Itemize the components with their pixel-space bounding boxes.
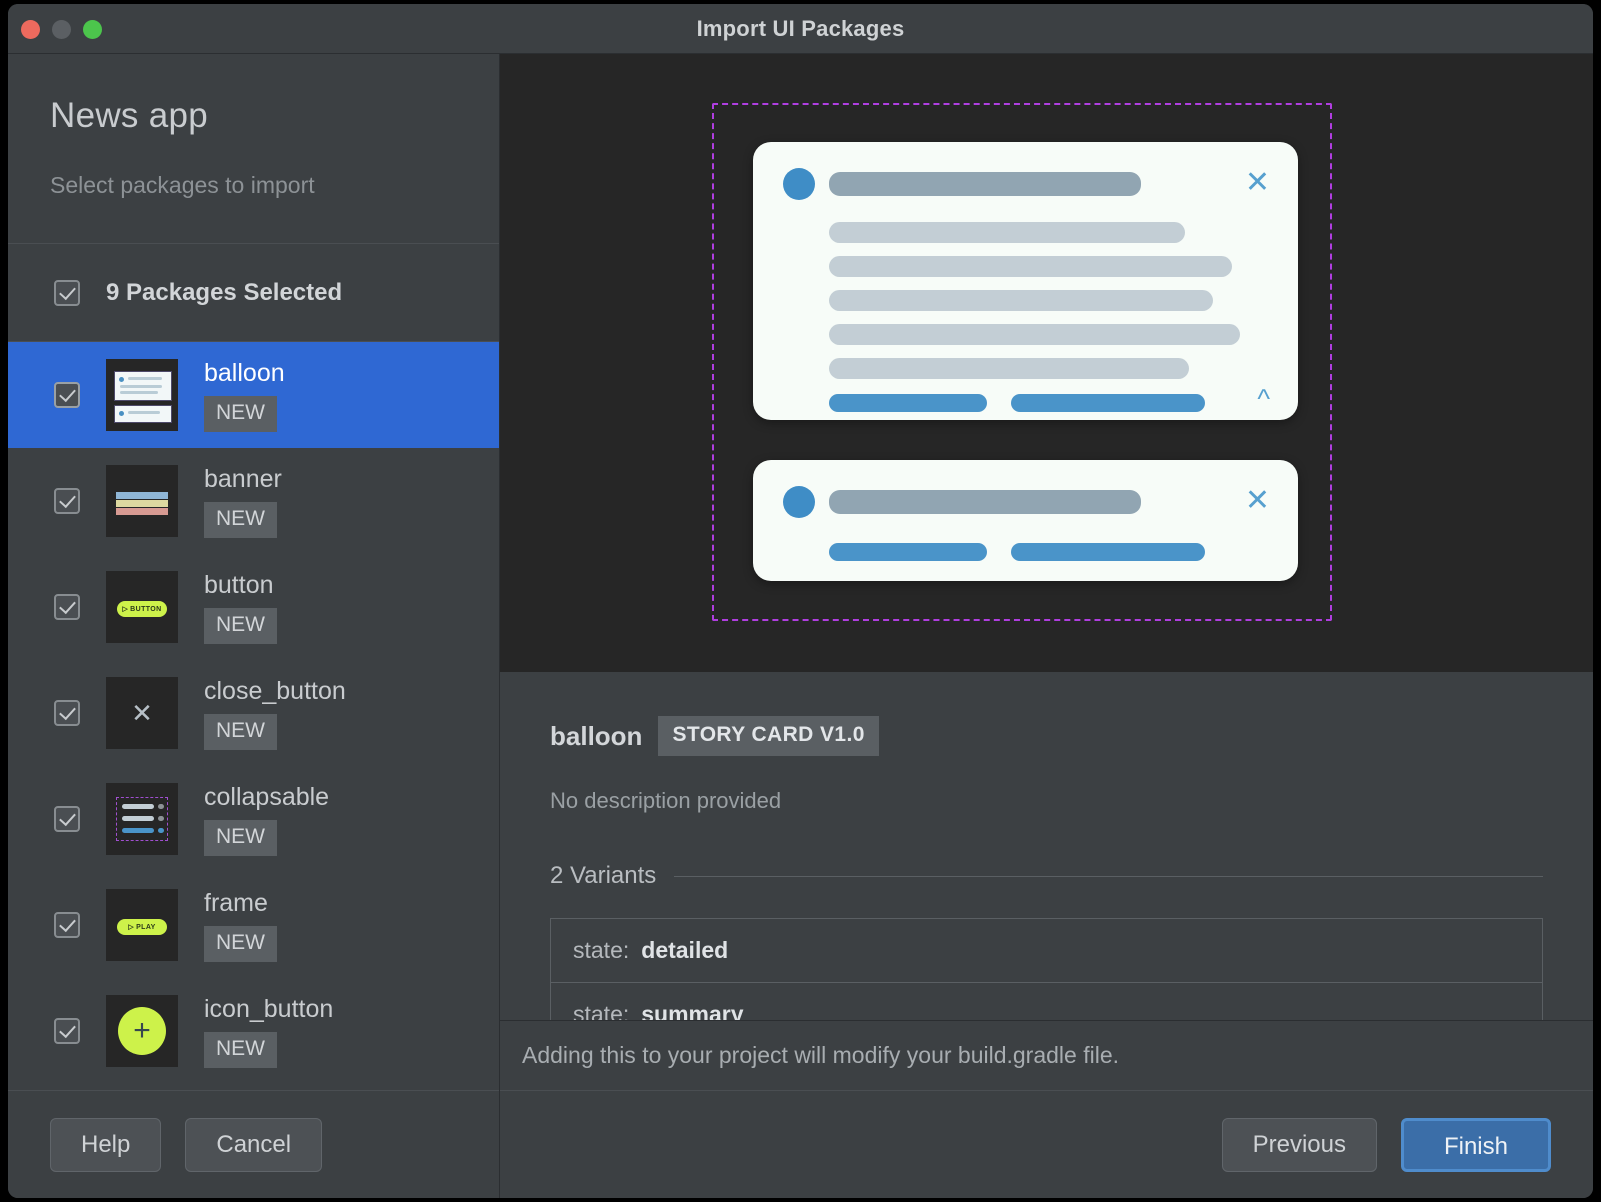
window-body: News app Select packages to import 9 Pac…: [8, 54, 1593, 1198]
details-panel: balloon STORY CARD V1.0 No description p…: [500, 672, 1593, 1020]
play-icon: ▷: [128, 924, 135, 931]
import-ui-packages-window: Import UI Packages News app Select packa…: [8, 4, 1593, 1198]
variants-count-label: 2 Variants: [550, 862, 657, 889]
package-checkbox-button[interactable]: [54, 594, 80, 620]
package-info-banner: banner NEW: [204, 465, 282, 538]
package-name: icon_button: [204, 994, 334, 1023]
package-checkbox-close-button[interactable]: [54, 700, 80, 726]
package-info-frame: frame NEW: [204, 889, 277, 962]
package-row-frame[interactable]: ▷ PLAY frame NEW: [8, 872, 499, 978]
package-info-close-button: close_button NEW: [204, 677, 346, 750]
new-badge: NEW: [204, 713, 277, 750]
details-version-tag: STORY CARD V1.0: [658, 716, 879, 756]
package-row-collapsable[interactable]: collapsable NEW: [8, 766, 499, 872]
package-name: button: [204, 570, 274, 599]
button-thumb-icon: ▷ BUTTON: [106, 571, 178, 643]
banner-thumb-icon: [106, 465, 178, 537]
package-info-collapsable: collapsable NEW: [204, 783, 329, 856]
new-badge: NEW: [204, 925, 277, 962]
variant-key: state:: [573, 1001, 630, 1020]
icon-button-thumb-icon: +: [106, 995, 178, 1067]
status-bar: Adding this to your project will modify …: [500, 1020, 1593, 1090]
package-checkbox-collapsable[interactable]: [54, 806, 80, 832]
new-badge: NEW: [204, 819, 277, 856]
close-thumb-icon: ✕: [106, 677, 178, 749]
close-icon: ✕: [1244, 166, 1270, 199]
variant-key: state:: [573, 937, 630, 963]
sidebar-header: News app Select packages to import: [8, 54, 499, 244]
package-info-balloon: balloon NEW: [204, 359, 285, 432]
collapsable-thumb-icon: [106, 783, 178, 855]
preview-card-detailed: ✕ ^: [753, 142, 1298, 420]
button-thumb-label: BUTTON: [130, 605, 162, 613]
minimize-window-button[interactable]: [52, 20, 71, 39]
sidebar-footer: Help Cancel: [8, 1090, 499, 1198]
package-name: banner: [204, 464, 282, 493]
variant-row[interactable]: state: summary: [551, 983, 1542, 1020]
package-info-icon-button: icon_button NEW: [204, 995, 333, 1068]
package-checkbox-icon-button[interactable]: [54, 1018, 80, 1044]
select-all-row[interactable]: 9 Packages Selected: [8, 244, 499, 342]
package-checkbox-frame[interactable]: [54, 912, 80, 938]
package-name: balloon: [204, 358, 285, 387]
details-header: balloon STORY CARD V1.0: [550, 716, 1543, 756]
status-message: Adding this to your project will modify …: [522, 1042, 1120, 1068]
help-button[interactable]: Help: [50, 1117, 162, 1172]
variants-section-header: 2 Variants: [550, 862, 1543, 890]
new-badge: NEW: [204, 1031, 277, 1068]
balloon-thumb-icon: [106, 359, 178, 431]
select-all-label: 9 Packages Selected: [106, 278, 343, 306]
frame-thumb-label: PLAY: [136, 923, 156, 931]
package-checkbox-balloon[interactable]: [54, 382, 80, 408]
right-panel: ✕ ^ ✕ balloon STORY CARD V1.0 No descrip…: [500, 54, 1593, 1198]
variant-value: detailed: [641, 937, 729, 963]
zoom-window-button[interactable]: [83, 20, 102, 39]
new-badge: NEW: [204, 395, 277, 432]
variant-row[interactable]: state: detailed: [551, 919, 1542, 983]
plus-icon: +: [118, 1007, 166, 1055]
window-title: Import UI Packages: [696, 16, 905, 41]
package-list[interactable]: balloon NEW banner NEW ▷ BUTTON button N…: [8, 342, 499, 1090]
package-name: frame: [204, 888, 268, 917]
preview-card-summary: ✕: [753, 460, 1298, 581]
package-row-balloon[interactable]: balloon NEW: [8, 342, 499, 448]
close-window-button[interactable]: [21, 20, 40, 39]
details-description: No description provided: [550, 788, 782, 813]
play-icon: ▷: [122, 606, 129, 613]
close-icon: ✕: [131, 697, 153, 728]
project-title: News app: [50, 96, 209, 135]
package-name: collapsable: [204, 782, 330, 811]
details-package-name: balloon: [550, 720, 643, 751]
package-checkbox-banner[interactable]: [54, 488, 80, 514]
frame-thumb-icon: ▷ PLAY: [106, 889, 178, 961]
package-row-button[interactable]: ▷ BUTTON button NEW: [8, 554, 499, 660]
select-all-checkbox[interactable]: [54, 279, 80, 306]
package-row-icon-button[interactable]: + icon_button NEW: [8, 978, 499, 1084]
variants-table: state: detailed state: summary: [550, 918, 1543, 1020]
package-name: close_button: [204, 676, 346, 705]
package-row-close-button[interactable]: ✕ close_button NEW: [8, 660, 499, 766]
chevron-up-icon: ^: [1257, 384, 1270, 414]
title-bar: Import UI Packages: [8, 4, 1593, 54]
cancel-button[interactable]: Cancel: [185, 1117, 323, 1172]
finish-button[interactable]: Finish: [1400, 1117, 1551, 1172]
variant-value: summary: [641, 1001, 744, 1020]
sidebar: News app Select packages to import 9 Pac…: [8, 54, 500, 1198]
dialog-footer: Previous Finish: [500, 1090, 1593, 1198]
window-controls: [21, 20, 102, 39]
preview-area: ✕ ^ ✕: [500, 54, 1593, 672]
new-badge: NEW: [204, 607, 277, 644]
package-row-banner[interactable]: banner NEW: [8, 448, 499, 554]
new-badge: NEW: [204, 501, 277, 538]
previous-button[interactable]: Previous: [1221, 1117, 1377, 1172]
close-icon: ✕: [1244, 484, 1270, 517]
sidebar-subtitle: Select packages to import: [50, 172, 315, 198]
package-info-button: button NEW: [204, 571, 277, 644]
variants-divider: [674, 875, 1543, 877]
